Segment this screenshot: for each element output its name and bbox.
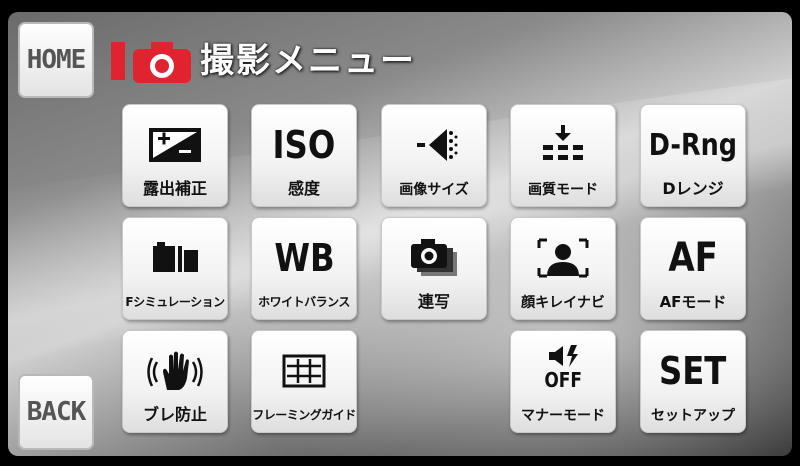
back-button[interactable]: BACK bbox=[18, 374, 94, 450]
tile-label: マナーモード bbox=[521, 408, 605, 424]
image-size-button[interactable]: 画像サイズ bbox=[381, 104, 487, 207]
image-stabilizer-icon bbox=[123, 341, 227, 401]
exposure-compensation-icon bbox=[123, 115, 227, 175]
tile-label: セットアップ bbox=[651, 408, 735, 424]
image-stabilizer-button[interactable]: ブレ防止 bbox=[122, 330, 228, 433]
camera-icon bbox=[133, 42, 191, 83]
tile-label: Fシミュレーション bbox=[125, 295, 225, 309]
dynamic-range-button[interactable]: D-Rng Dレンジ bbox=[640, 104, 746, 207]
continuous-shooting-icon bbox=[382, 228, 486, 288]
tile-label: 感度 bbox=[287, 179, 320, 198]
white-balance-icon: WB bbox=[273, 236, 335, 280]
af-mode-icon: AF bbox=[668, 235, 718, 281]
iso-button[interactable]: ISO 感度 bbox=[251, 104, 357, 207]
continuous-shooting-button[interactable]: 連写 bbox=[381, 217, 487, 320]
tile-label: 画像サイズ bbox=[399, 182, 469, 198]
af-mode-button[interactable]: AF AFモード bbox=[640, 217, 746, 320]
film-simulation-button[interactable]: Fシミュレーション bbox=[122, 217, 228, 320]
film-simulation-icon bbox=[123, 228, 227, 288]
page-title: 撮影メニュー bbox=[200, 41, 416, 81]
setup-icon: SET bbox=[659, 349, 727, 393]
iso-icon: ISO bbox=[272, 123, 336, 167]
image-quality-icon bbox=[511, 115, 615, 175]
camera-screen: HOME 撮影メニュー 露出補正 ISO 感度 画像サイズ 画質モード D-Rn… bbox=[8, 12, 792, 456]
title-accent-bar bbox=[111, 42, 125, 80]
tile-label: Dレンジ bbox=[662, 179, 724, 198]
framing-guide-icon bbox=[252, 341, 356, 401]
dynamic-range-icon: D-Rng bbox=[648, 127, 738, 163]
silent-mode-button[interactable]: OFF マナーモード bbox=[510, 330, 616, 433]
tile-label: 顔キレイナビ bbox=[521, 295, 605, 311]
tile-label: 画質モード bbox=[528, 182, 598, 198]
tile-label: 露出補正 bbox=[142, 179, 207, 198]
tile-label: 連写 bbox=[417, 292, 450, 311]
image-quality-button[interactable]: 画質モード bbox=[510, 104, 616, 207]
silent-mode-icon: OFF bbox=[511, 337, 615, 397]
face-detection-button[interactable]: 顔キレイナビ bbox=[510, 217, 616, 320]
image-size-icon bbox=[382, 115, 486, 175]
tile-label: AFモード bbox=[659, 293, 727, 311]
exposure-compensation-button[interactable]: 露出補正 bbox=[122, 104, 228, 207]
framing-guide-button[interactable]: フレーミングガイド bbox=[251, 330, 357, 433]
tile-label: ブレ防止 bbox=[142, 405, 207, 424]
face-detection-icon bbox=[511, 228, 615, 288]
setup-button[interactable]: SET セットアップ bbox=[640, 330, 746, 433]
home-button[interactable]: HOME bbox=[18, 22, 94, 98]
tile-label: ホワイトバランス bbox=[258, 295, 350, 309]
tile-label: フレーミングガイド bbox=[252, 408, 356, 422]
white-balance-button[interactable]: WB ホワイトバランス bbox=[251, 217, 357, 320]
